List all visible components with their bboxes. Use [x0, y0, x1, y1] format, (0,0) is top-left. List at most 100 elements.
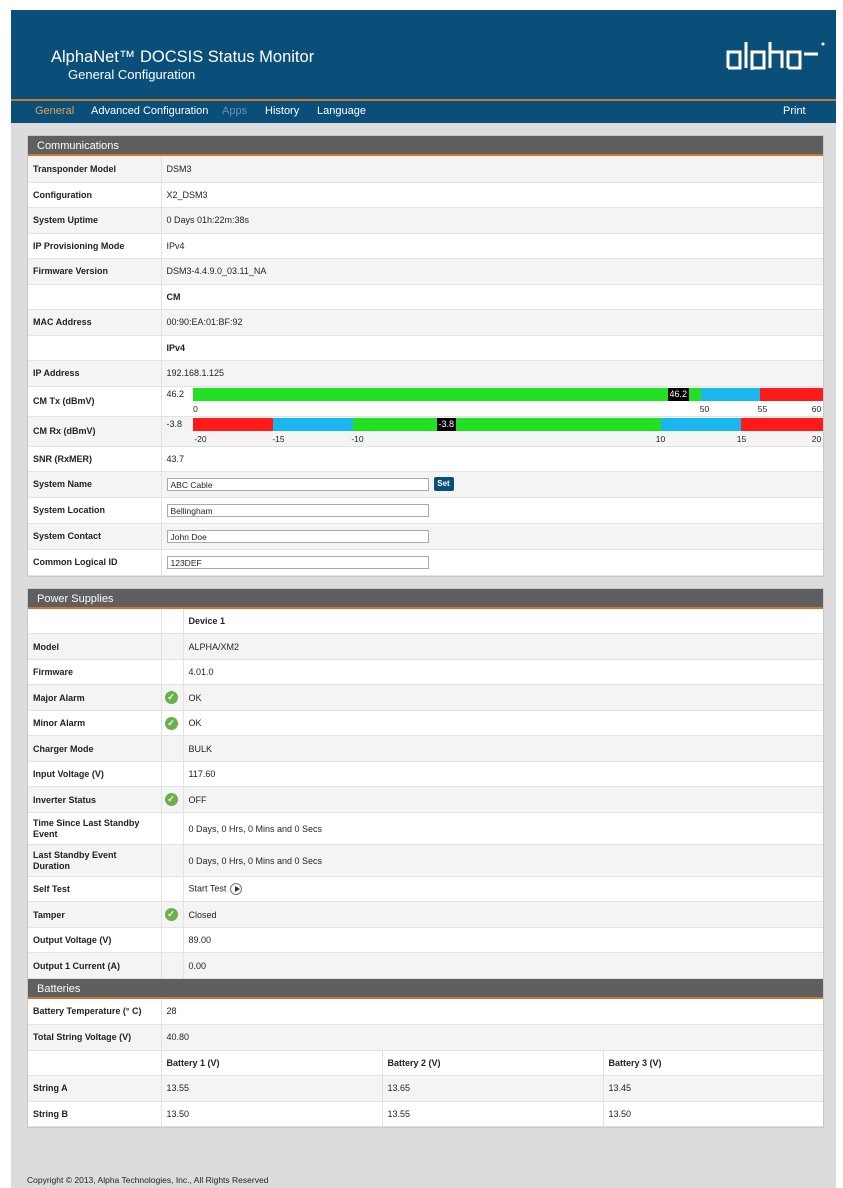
table-row: Total String Voltage (V) 40.80	[28, 1024, 823, 1051]
table-row: CM Rx (dBmV) -3.8 -3.8 -20 -15 -10 10 15…	[28, 416, 824, 447]
table-row: System Location Bellingham	[28, 497, 823, 524]
batteries-table: Battery Temperature (° C) 28 Total String…	[28, 999, 823, 1127]
table-row: Firmware 4.01.0	[28, 659, 823, 685]
nav-advanced-configuration[interactable]: Advanced Configuration	[91, 105, 208, 117]
nav-history[interactable]: History	[265, 105, 299, 117]
table-row: Charger Mode BULK	[28, 735, 823, 762]
play-icon[interactable]	[230, 883, 243, 895]
table-row: CM Tx (dBmV) 46.2 46.2 0 50 55 60	[28, 386, 824, 417]
table-row: System Contact John Doe	[28, 523, 823, 550]
table-row: Input Voltage (V) 117.60	[28, 761, 823, 787]
start-test-button[interactable]: Start Test	[189, 883, 227, 893]
main-content: Communications Transponder Model DSM3 Con…	[27, 135, 824, 1128]
cm-tx-value: 46.2	[166, 389, 185, 399]
table-row: Time Since Last Standby Event 0 Days, 0 H…	[28, 812, 823, 845]
nav-apps: Apps	[222, 105, 248, 117]
gauge-warn-zone	[272, 418, 353, 431]
cm-rx-marker: -3.8	[436, 418, 457, 431]
table-row: IP Provisioning Mode IPv4	[28, 233, 823, 259]
table-row: MAC Address 00:90:EA:01:BF:92	[28, 309, 823, 336]
tick-label: -10	[351, 434, 364, 444]
tick-label: 15	[736, 434, 747, 444]
table-row: Common Logical ID 123DEF	[28, 549, 823, 576]
check-icon: ✓	[164, 716, 178, 730]
check-icon: ✓	[164, 908, 178, 921]
table-row: SNR (RxMER) 43.7	[28, 446, 823, 472]
nav-general[interactable]: General	[35, 105, 74, 117]
column-header: Battery 2 (V)	[382, 1050, 604, 1076]
table-row: Battery Temperature (° C) 28	[28, 999, 823, 1025]
table-row: Output Voltage (V) 89.00	[28, 927, 823, 953]
check-icon: ✓	[164, 691, 178, 704]
tick-label: 50	[699, 404, 710, 414]
cm-rx-gauge: -3.8	[192, 418, 823, 431]
table-row: Tamper ✓ Closed	[28, 901, 823, 928]
power-supplies-section: Power Supplies Device 1 Model ALPHA/XM2 F…	[27, 587, 824, 1128]
table-row: Transponder Model DSM3	[28, 156, 823, 183]
table-row: String B 13.50 13.55 13.50	[28, 1101, 823, 1127]
tick-label: -15	[272, 434, 285, 444]
alpha-logo	[726, 42, 825, 70]
table-row: CM	[28, 284, 823, 310]
set-button[interactable]: Set	[433, 477, 454, 491]
cm-heading: CM	[161, 284, 823, 310]
cm-tx-ticks: 0 50 55 60	[193, 404, 824, 414]
gauge-alarm-zone	[740, 418, 823, 431]
table-row: String A 13.55 13.65 13.45	[28, 1075, 823, 1102]
footer-copyright: Copyright © 2013, Alpha Technologies, In…	[27, 1175, 269, 1185]
gauge-good-zone	[192, 388, 701, 401]
table-row: Inverter Status ✓ OFF	[28, 786, 823, 813]
table-row: System Name ABC Cable Set	[28, 471, 823, 498]
table-row: IP Address 192.168.1.125	[28, 360, 823, 387]
table-row: Minor Alarm ✓ OK	[28, 710, 823, 736]
table-row: Firmware Version DSM3-4.4.9.0_03.11_NA	[28, 258, 823, 285]
gauge-warn-zone	[660, 418, 741, 431]
tick-label: 10	[655, 434, 666, 444]
page-shell: AlphaNet™ DOCSIS Status Monitor General …	[11, 10, 836, 1188]
table-row: Model ALPHA/XM2	[28, 633, 823, 660]
gauge-warn-zone	[700, 388, 760, 401]
table-row: IPv4	[28, 335, 823, 361]
cm-rx-ticks: -20 -15 -10 10 15 20	[193, 434, 824, 444]
tick-label: 55	[757, 404, 768, 414]
device-heading: Device 1	[183, 608, 823, 634]
logical-id-input[interactable]: 123DEF	[166, 555, 429, 569]
communications-title: Communications	[28, 136, 823, 156]
gauge-good-zone	[352, 418, 661, 431]
ipv4-heading: IPv4	[161, 335, 823, 361]
nav-language[interactable]: Language	[317, 105, 366, 117]
system-name-input[interactable]: ABC Cable	[166, 477, 429, 491]
tick-label: -20	[194, 434, 207, 444]
cm-rx-value: -3.8	[166, 419, 183, 429]
system-location-input[interactable]: Bellingham	[166, 503, 429, 517]
system-contact-input[interactable]: John Doe	[166, 529, 429, 543]
gauge-alarm-zone	[759, 388, 823, 401]
column-header: Battery 3 (V)	[603, 1050, 823, 1076]
communications-section: Communications Transponder Model DSM3 Con…	[27, 135, 824, 577]
app-title: AlphaNet™ DOCSIS Status Monitor	[51, 48, 315, 66]
table-row: Configuration X2_DSM3	[28, 182, 823, 208]
table-row: Battery 1 (V) Battery 2 (V) Battery 3 (V…	[28, 1050, 823, 1076]
page-subtitle: General Configuration	[68, 67, 196, 82]
nav-print[interactable]: Print	[783, 105, 806, 117]
tick-label: 20	[811, 434, 822, 444]
main-nav: General Advanced Configuration Apps Hist…	[11, 101, 836, 123]
gauge-alarm-zone	[192, 418, 273, 431]
column-header: Battery 1 (V)	[161, 1050, 383, 1076]
power-table: Device 1 Model ALPHA/XM2 Firmware 4.01.0 M…	[28, 608, 823, 979]
tick-label: 0	[193, 404, 198, 414]
check-icon: ✓	[164, 793, 178, 806]
page-header: AlphaNet™ DOCSIS Status Monitor General …	[11, 10, 836, 99]
cm-tx-gauge: 46.2	[192, 388, 823, 401]
table-row: Last Standby Event Duration 0 Days, 0 Hrs…	[28, 844, 823, 877]
communications-table: Transponder Model DSM3 Configuration X2_DS…	[28, 156, 823, 576]
tick-label: 60	[811, 404, 822, 414]
power-supplies-title: Power Supplies	[28, 588, 823, 609]
table-row: Device 1	[28, 608, 823, 634]
cm-tx-marker: 46.2	[667, 388, 690, 401]
table-row: Self Test Start Test	[28, 876, 823, 902]
table-row: Major Alarm ✓ OK	[28, 684, 823, 711]
table-row: Output 1 Current (A) 0.00	[28, 952, 823, 979]
batteries-title: Batteries	[28, 979, 823, 999]
table-row: System Uptime 0 Days 01h:22m:38s	[28, 207, 823, 234]
